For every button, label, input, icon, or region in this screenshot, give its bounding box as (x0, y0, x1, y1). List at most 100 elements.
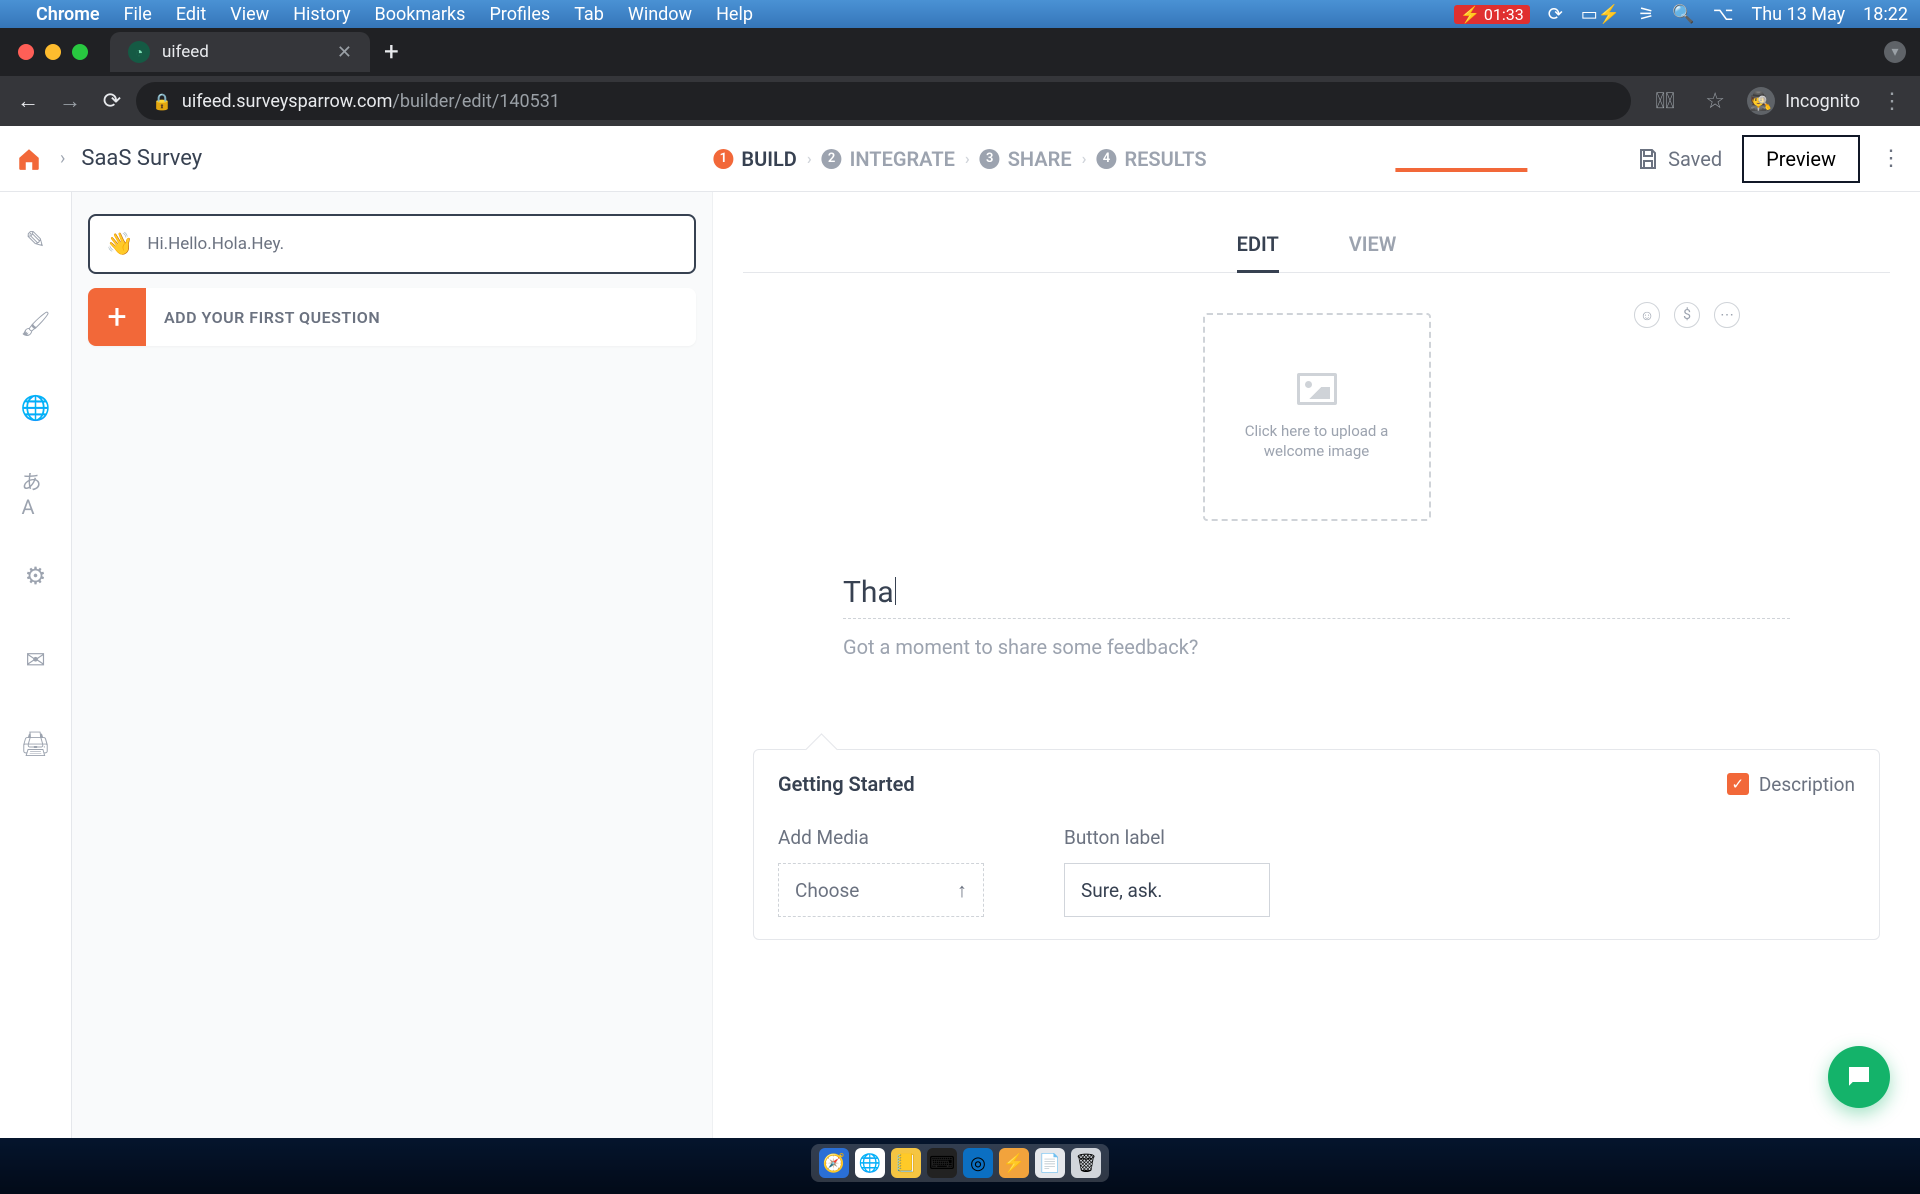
menu-profiles[interactable]: Profiles (489, 4, 550, 25)
survey-name[interactable]: SaaS Survey (81, 146, 202, 171)
step-build[interactable]: 1 BUILD (713, 147, 796, 171)
chevron-right-icon: › (965, 149, 970, 168)
button-label-label: Button label (1064, 826, 1270, 849)
app-root: › SaaS Survey 1 BUILD › 2 INTEGRATE › 3 … (0, 126, 1920, 1138)
menu-bookmarks[interactable]: Bookmarks (374, 4, 465, 25)
tab-close-button[interactable]: ✕ (337, 42, 352, 63)
menu-history[interactable]: History (293, 4, 350, 25)
more-menu-button[interactable]: ⋮ (1880, 146, 1902, 171)
battery-time: 01:33 (1484, 5, 1524, 24)
variable-icon[interactable]: $ (1674, 302, 1700, 328)
chat-icon (1844, 1062, 1874, 1092)
chevron-right-icon: › (807, 149, 812, 168)
button-label-input[interactable] (1064, 863, 1270, 917)
paint-icon[interactable]: 🖌 (22, 310, 50, 338)
mail-icon[interactable]: ✉ (22, 646, 50, 674)
active-step-underline (1395, 168, 1527, 172)
tab-title: uifeed (162, 42, 209, 62)
saved-label: Saved (1668, 147, 1722, 171)
dock-app2[interactable]: ⚡ (999, 1148, 1029, 1178)
battery-icon[interactable]: ▭⚡ (1581, 4, 1620, 25)
menubar-time[interactable]: 18:22 (1863, 4, 1908, 25)
dock-textedit[interactable]: 📄 (1035, 1148, 1065, 1178)
sync-icon[interactable]: ⟳ (1548, 4, 1563, 25)
incognito-indicator[interactable]: 🕵 Incognito (1747, 87, 1860, 115)
pencil-icon[interactable]: ✎ (22, 226, 50, 254)
step-label: SHARE (1008, 147, 1072, 171)
upload-welcome-image[interactable]: Click here to upload a welcome image (1203, 313, 1431, 521)
menubar-app[interactable]: Chrome (36, 4, 100, 25)
more-options-icon[interactable]: ⋯ (1714, 302, 1740, 328)
dock-finder[interactable]: 🧭 (819, 1148, 849, 1178)
choose-media-button[interactable]: Choose ↑ (778, 863, 984, 917)
heading-text: Tha (843, 575, 894, 610)
description-toggle[interactable]: ✓ Description (1727, 773, 1855, 796)
dock-chrome[interactable]: 🌐 (855, 1148, 885, 1178)
dock-terminal[interactable]: ⌨ (927, 1148, 957, 1178)
address-bar[interactable]: 🔒 uifeed.surveysparrow.com/builder/edit/… (136, 82, 1631, 120)
forward-button[interactable]: → (52, 83, 88, 119)
edit-view-tabs: EDIT VIEW (743, 232, 1890, 273)
welcome-item-text: Hi.Hello.Hola.Hey. (147, 234, 284, 254)
menu-file[interactable]: File (124, 4, 152, 25)
image-placeholder-icon (1297, 373, 1337, 405)
step-results[interactable]: 4 RESULTS (1096, 147, 1206, 171)
macos-dock: 🧭 🌐 📒 ⌨ ◎ ⚡ 📄 🗑 (0, 1138, 1920, 1194)
eye-off-icon[interactable]: 👁̷ (1647, 83, 1683, 119)
welcome-subheading-input[interactable]: Got a moment to share some feedback? (843, 635, 1790, 659)
globe-icon[interactable]: 🌐 (22, 394, 50, 422)
preview-button[interactable]: Preview (1742, 135, 1860, 183)
step-number: 3 (980, 149, 1000, 169)
chrome-menu-button[interactable]: ⋮ (1874, 83, 1910, 119)
battery-low-indicator[interactable]: ⚡ 01:33 (1454, 5, 1530, 24)
reload-button[interactable]: ⟳ (94, 83, 130, 119)
translate-icon[interactable]: あA (22, 478, 50, 506)
browser-tab[interactable]: ◔ uifeed ✕ (110, 32, 370, 72)
step-share[interactable]: 3 SHARE (980, 147, 1072, 171)
back-button[interactable]: ← (10, 83, 46, 119)
tab-view[interactable]: VIEW (1349, 232, 1397, 273)
chevron-right-icon: › (1082, 149, 1087, 168)
add-question-button[interactable]: + ADD YOUR FIRST QUESTION (88, 288, 696, 346)
editor-canvas: EDIT VIEW ☺ $ ⋯ Click here to upload a w… (712, 192, 1920, 1138)
left-rail: ✎ 🖌 🌐 あA ⚙ ✉ 🖨 (0, 192, 72, 1138)
lock-icon: 🔒 (152, 92, 172, 111)
step-integrate[interactable]: 2 INTEGRATE (822, 147, 955, 171)
step-number: 2 (822, 149, 842, 169)
add-media-label: Add Media (778, 826, 984, 849)
incognito-icon: 🕵 (1747, 87, 1775, 115)
menu-tab[interactable]: Tab (574, 4, 604, 25)
menu-edit[interactable]: Edit (176, 4, 206, 25)
url-path: /builder/edit/140531 (392, 91, 560, 112)
app-header: › SaaS Survey 1 BUILD › 2 INTEGRATE › 3 … (0, 126, 1920, 192)
new-tab-button[interactable]: + (384, 37, 399, 67)
bookmark-star-icon[interactable]: ☆ (1697, 83, 1733, 119)
welcome-screen-item[interactable]: 👋 Hi.Hello.Hola.Hey. (88, 214, 696, 274)
menubar-date[interactable]: Thu 13 May (1752, 4, 1846, 25)
dock-trash[interactable]: 🗑 (1071, 1148, 1101, 1178)
control-center-icon[interactable]: ⌥ (1713, 4, 1734, 25)
step-number: 4 (1096, 149, 1116, 169)
print-icon[interactable]: 🖨 (22, 730, 50, 758)
text-cursor (895, 577, 896, 605)
emoji-icon[interactable]: ☺ (1634, 302, 1660, 328)
dock-app1[interactable]: ◎ (963, 1148, 993, 1178)
home-icon[interactable] (14, 144, 44, 174)
tab-search-button[interactable]: ▾ (1884, 41, 1906, 63)
builder-steps: 1 BUILD › 2 INTEGRATE › 3 SHARE › 4 RESU… (713, 147, 1206, 171)
dock-notes[interactable]: 📒 (891, 1148, 921, 1178)
welcome-heading-input[interactable]: Tha (843, 575, 1790, 619)
menu-view[interactable]: View (230, 4, 269, 25)
intercom-chat-button[interactable] (1828, 1046, 1890, 1108)
spotlight-icon[interactable]: 🔍 (1672, 4, 1694, 25)
choose-label: Choose (795, 879, 859, 902)
tab-edit[interactable]: EDIT (1237, 232, 1279, 273)
tab-favicon-icon: ◔ (128, 41, 150, 63)
gear-icon[interactable]: ⚙ (22, 562, 50, 590)
getting-started-panel: Getting Started ✓ Description Add Media … (753, 749, 1880, 940)
incognito-label: Incognito (1785, 91, 1860, 112)
menu-window[interactable]: Window (628, 4, 692, 25)
menu-help[interactable]: Help (716, 4, 753, 25)
wifi-icon[interactable]: ⚞ (1638, 4, 1654, 25)
macos-menubar: Chrome File Edit View History Bookmarks … (0, 0, 1920, 28)
